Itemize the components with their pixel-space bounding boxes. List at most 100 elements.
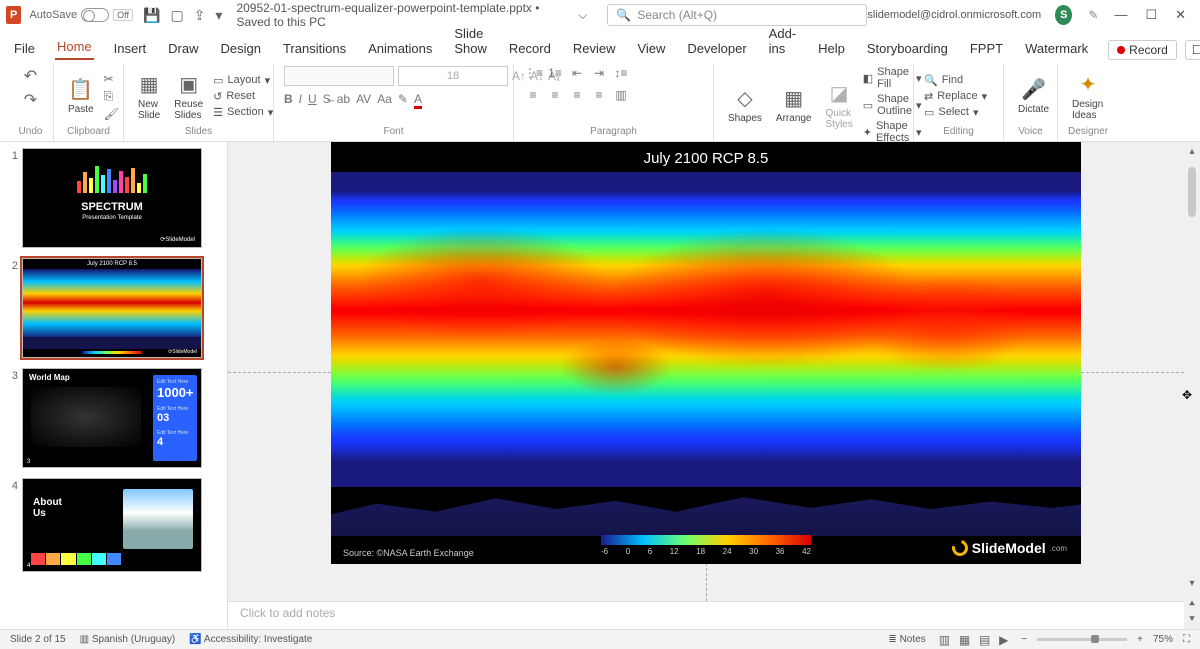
font-family-input[interactable] (284, 66, 394, 86)
zoom-out-button[interactable]: − (1021, 634, 1027, 645)
record-button[interactable]: Record (1108, 40, 1177, 60)
tab-fppt[interactable]: FPPT (968, 37, 1005, 60)
next-slide-icon[interactable]: ⯆ (1188, 614, 1196, 625)
minimize-button[interactable]: — (1114, 7, 1127, 23)
account-label[interactable]: slidemodel@cidrol.onmicrosoft.com (867, 9, 1041, 21)
shadow-button[interactable]: ab (337, 92, 350, 109)
tab-slideshow[interactable]: Slide Show (452, 22, 489, 60)
scroll-thumb[interactable] (1188, 167, 1196, 217)
thumbnail-slide-4[interactable]: AboutUs 4 (22, 478, 202, 572)
heatmap-image[interactable] (331, 172, 1081, 487)
design-ideas-button[interactable]: ✦Design Ideas (1068, 70, 1108, 123)
align-left-button[interactable]: ≡ (524, 88, 542, 104)
accessibility-button[interactable]: ♿ Accessibility: Investigate (189, 634, 312, 645)
tab-insert[interactable]: Insert (112, 37, 149, 60)
italic-button[interactable]: I (299, 92, 302, 109)
qat-dropdown-icon[interactable]: ▾ (215, 7, 222, 24)
new-slide-button[interactable]: ▦New Slide (134, 70, 164, 123)
slide-thumbnail-pane[interactable]: 1 SPECTRUM Presentation Template ⟳SlideM… (0, 142, 228, 629)
reset-button[interactable]: ↺ Reset (213, 90, 273, 103)
thumbnail-slide-3[interactable]: World Map Edit Text Here 1000+ Edit Text… (22, 368, 202, 468)
scroll-up-icon[interactable]: ▴ (1189, 146, 1194, 157)
select-button[interactable]: ▭ Select ▾ (924, 106, 987, 119)
line-spacing-button[interactable]: ↕≡ (612, 66, 630, 82)
justify-button[interactable]: ≡ (590, 88, 608, 104)
arrange-button[interactable]: ▦Arrange (772, 84, 816, 126)
font-size-input[interactable] (398, 66, 508, 86)
slide-canvas[interactable]: July 2100 RCP 8.5 Source: ©NASA Earth Ex… (228, 142, 1184, 601)
tab-storyboarding[interactable]: Storyboarding (865, 37, 950, 60)
cut-icon[interactable]: ✂ (104, 72, 119, 86)
tab-help[interactable]: Help (816, 37, 847, 60)
replace-button[interactable]: ⇄ Replace ▾ (924, 90, 987, 103)
indent-inc-button[interactable]: ⇥ (590, 66, 608, 82)
bullets-button[interactable]: ⋮≡ (524, 66, 542, 82)
maximize-button[interactable]: ☐ (1145, 7, 1157, 23)
chevron-down-icon[interactable]: ⌵ (578, 8, 587, 23)
prev-slide-icon[interactable]: ⯅ (1188, 599, 1196, 610)
present-icon[interactable]: ▢ (170, 7, 183, 24)
vertical-scrollbar[interactable]: ▴ ▾ ⯅ ⯆ (1184, 142, 1200, 629)
normal-view-icon[interactable]: ▥ (936, 633, 953, 647)
close-button[interactable]: ✕ (1175, 7, 1186, 23)
tab-developer[interactable]: Developer (685, 37, 748, 60)
toggle-icon[interactable] (81, 8, 109, 22)
notes-toggle[interactable]: ≣ Notes (888, 634, 925, 645)
tab-animations[interactable]: Animations (366, 37, 434, 60)
columns-button[interactable]: ▥ (612, 88, 630, 104)
paste-button[interactable]: 📋Paste (64, 75, 98, 117)
shape-fill-button[interactable]: ◧ Shape Fill ▾ (863, 66, 922, 90)
sorter-view-icon[interactable]: ▦ (956, 633, 973, 647)
pen-icon[interactable]: ✎ (1088, 8, 1098, 22)
align-center-button[interactable]: ≡ (546, 88, 564, 104)
tab-design[interactable]: Design (219, 37, 263, 60)
tab-review[interactable]: Review (571, 37, 618, 60)
shapes-button[interactable]: ◇Shapes (724, 84, 766, 126)
bold-button[interactable]: B (284, 92, 293, 109)
language-button[interactable]: ▥ Spanish (Uruguay) (80, 634, 176, 645)
underline-button[interactable]: U (308, 92, 317, 109)
zoom-level[interactable]: 75% (1153, 634, 1173, 645)
strike-button[interactable]: S̶ (323, 92, 331, 109)
tab-transitions[interactable]: Transitions (281, 37, 348, 60)
layout-button[interactable]: ▭ Layout ▾ (213, 74, 273, 87)
thumbnail-slide-1[interactable]: SPECTRUM Presentation Template ⟳SlideMod… (22, 148, 202, 248)
align-right-button[interactable]: ≡ (568, 88, 586, 104)
document-title[interactable]: 20952-01-spectrum-equalizer-powerpoint-t… (236, 1, 587, 29)
tab-watermark[interactable]: Watermark (1023, 37, 1090, 60)
tab-view[interactable]: View (635, 37, 667, 60)
comments-button[interactable]: ☐ (1185, 40, 1200, 60)
avatar[interactable]: S (1055, 5, 1072, 25)
shape-outline-button[interactable]: ▭ Shape Outline ▾ (863, 93, 922, 117)
section-button[interactable]: ☰ Section ▾ (213, 106, 273, 119)
slide-counter[interactable]: Slide 2 of 15 (10, 634, 66, 645)
indent-dec-button[interactable]: ⇤ (568, 66, 586, 82)
redo-icon[interactable]: ↷ (24, 90, 37, 110)
tab-record[interactable]: Record (507, 37, 553, 60)
highlight-button[interactable]: ✎ (398, 92, 408, 109)
reading-view-icon[interactable]: ▤ (976, 633, 993, 647)
find-button[interactable]: 🔍 Find (924, 74, 987, 87)
tab-file[interactable]: File (12, 37, 37, 60)
thumbnail-slide-2[interactable]: July 2100 RCP 8.5 ⟳SlideModel (22, 258, 202, 358)
case-button[interactable]: Aa (377, 92, 392, 109)
dictate-button[interactable]: 🎤Dictate (1014, 75, 1053, 117)
undo-icon[interactable]: ↶ (24, 66, 37, 86)
scroll-down-icon[interactable]: ▾ (1189, 578, 1194, 589)
reuse-slides-button[interactable]: ▣Reuse Slides (170, 70, 207, 123)
slideshow-view-icon[interactable]: ▶ (996, 633, 1011, 647)
format-painter-icon[interactable]: 🖌 (104, 107, 119, 121)
shape-effects-button[interactable]: ✦ Shape Effects ▾ (863, 120, 922, 144)
fit-to-window-icon[interactable]: ⛶ (1183, 634, 1190, 645)
zoom-slider[interactable] (1037, 638, 1127, 641)
copy-icon[interactable]: ⎘ (104, 89, 119, 104)
font-color-button[interactable]: A (414, 92, 422, 109)
tab-draw[interactable]: Draw (166, 37, 200, 60)
quick-styles-button[interactable]: ◪Quick Styles (822, 79, 857, 132)
export-icon[interactable]: ⇪ (194, 7, 206, 24)
current-slide[interactable]: July 2100 RCP 8.5 Source: ©NASA Earth Ex… (331, 142, 1081, 564)
notes-pane[interactable]: Click to add notes (228, 601, 1184, 629)
search-input[interactable]: 🔍 Search (Alt+Q) (607, 4, 867, 26)
zoom-in-button[interactable]: + (1137, 634, 1143, 645)
save-icon[interactable]: 💾 (143, 7, 160, 24)
